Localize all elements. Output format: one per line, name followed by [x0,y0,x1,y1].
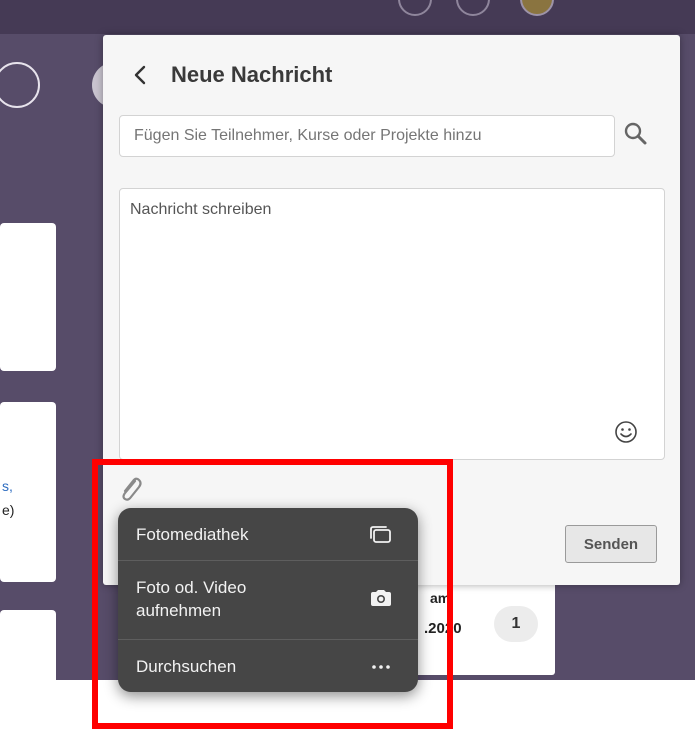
message-textarea[interactable]: Nachricht schreiben [119,188,665,460]
card-text: e) [2,502,15,518]
message-placeholder: Nachricht schreiben [130,201,272,218]
send-button[interactable]: Senden [565,525,657,563]
emoji-icon [615,421,637,443]
top-bar [0,0,695,34]
menu-item-take-photo-video[interactable]: Foto od. Video aufnehmen [118,561,418,639]
menu-item-label: Foto od. Video aufnehmen [136,578,247,620]
menu-item-label: Durchsuchen [136,657,237,676]
list-item-text: am [430,590,451,606]
menu-item-label: Fotomediathek [136,525,249,544]
card-text: s, [2,478,13,494]
unread-count-badge: 1 [494,606,538,642]
back-button[interactable] [129,61,153,89]
menu-item-browse[interactable]: Durchsuchen [118,640,418,692]
top-nav-button[interactable] [398,0,432,16]
avatar[interactable] [520,0,554,16]
attach-button[interactable] [117,475,145,505]
background-card [0,223,56,371]
top-nav-button[interactable] [456,0,490,16]
menu-item-photo-library[interactable]: Fotomediathek [118,508,418,560]
background-card: s, e) [0,402,56,582]
camera-icon [371,590,391,606]
nav-button[interactable] [0,62,40,108]
page-title: Neue Nachricht [171,62,333,87]
recipients-input[interactable] [119,115,615,157]
list-item-date: .2020 [424,620,462,637]
more-dots-icon [372,665,390,669]
paperclip-icon [122,477,142,501]
new-message-panel: Neue Nachricht Nachricht schreiben Sende… [103,35,680,585]
search-button[interactable] [623,121,649,147]
photo-library-icon [370,526,391,543]
attachment-menu: Fotomediathek Foto od. Video aufnehmen D… [118,508,418,692]
chevron-left-icon [134,65,146,85]
background-card [0,610,56,680]
emoji-button[interactable] [613,419,639,445]
search-icon [624,122,647,145]
